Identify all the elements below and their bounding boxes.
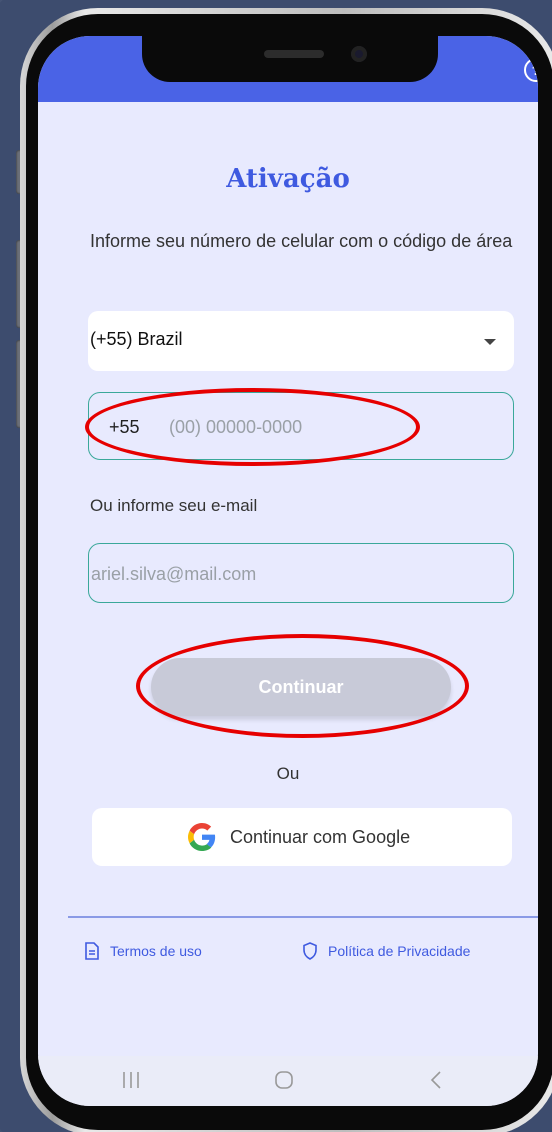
email-input[interactable] bbox=[89, 562, 489, 586]
annotation-ellipse-phone bbox=[85, 388, 420, 466]
document-icon bbox=[85, 942, 99, 960]
or-separator-text: Ou bbox=[276, 764, 300, 783]
email-field[interactable] bbox=[88, 543, 514, 603]
home-icon[interactable] bbox=[274, 1070, 294, 1090]
country-select-value: (+55) Brazil bbox=[90, 329, 183, 349]
notch bbox=[142, 36, 438, 82]
dropdown-caret-icon bbox=[484, 339, 496, 345]
google-icon bbox=[188, 823, 216, 851]
country-select[interactable]: (+55) Brazil bbox=[88, 311, 514, 371]
shield-icon bbox=[303, 942, 317, 960]
privacy-link[interactable]: Política de Privacidade bbox=[302, 942, 470, 960]
privacy-link-label: Política de Privacidade bbox=[328, 943, 471, 959]
speaker bbox=[264, 50, 324, 58]
back-icon[interactable] bbox=[428, 1070, 444, 1090]
camera bbox=[351, 46, 367, 62]
email-label: Ou informe seu e-mail bbox=[90, 496, 258, 515]
app-screen: ? Ativação Informe seu número de celular… bbox=[38, 36, 538, 1106]
terms-link[interactable]: Termos de uso bbox=[84, 942, 202, 960]
google-button-label: Continuar com Google bbox=[230, 827, 411, 847]
terms-link-label: Termos de uso bbox=[110, 943, 202, 959]
recent-apps-icon[interactable] bbox=[120, 1070, 142, 1090]
annotation-ellipse-continue bbox=[136, 634, 469, 738]
google-signin-button[interactable]: Continuar com Google bbox=[92, 808, 512, 866]
page-title: Ativação bbox=[226, 164, 350, 194]
instructions-text: Informe seu número de celular com o códi… bbox=[90, 231, 513, 251]
android-nav-bar bbox=[38, 1056, 538, 1106]
help-icon[interactable]: ? bbox=[524, 58, 538, 82]
divider bbox=[68, 916, 538, 918]
